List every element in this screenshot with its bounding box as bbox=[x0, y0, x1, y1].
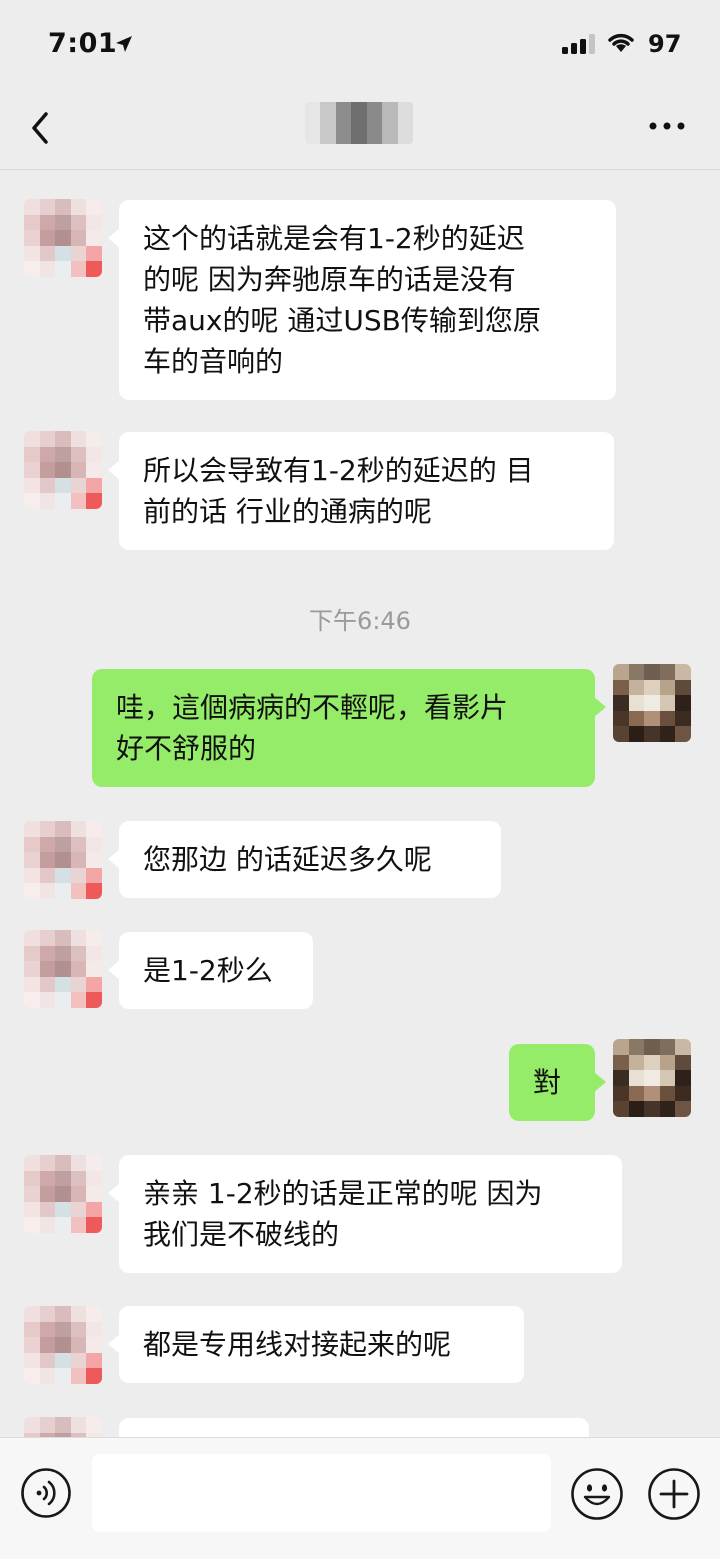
contact-avatar[interactable] bbox=[24, 821, 102, 899]
wifi-icon bbox=[608, 33, 634, 52]
plus-icon[interactable] bbox=[647, 1467, 701, 1521]
emoji-icon[interactable] bbox=[570, 1467, 624, 1521]
cellular-signal-icon bbox=[562, 34, 595, 54]
contact-avatar[interactable] bbox=[24, 199, 102, 277]
contact-avatar[interactable] bbox=[24, 1155, 102, 1233]
contact-avatar[interactable] bbox=[24, 1417, 102, 1437]
message-bubble-incoming[interactable]: 所以会导致有1-2秒的延迟的 目 前的话 行业的通病的呢 bbox=[108, 432, 614, 550]
message-bubble-outgoing[interactable]: 哇，這個病病的不輕呢，看影片 好不舒服的 bbox=[92, 669, 606, 787]
chat-header bbox=[0, 90, 720, 170]
message-bubble-incoming-partial[interactable] bbox=[119, 1418, 589, 1437]
message-bubble-incoming[interactable]: 亲亲 1-2秒的话是正常的呢 因为 我们是不破线的 bbox=[108, 1155, 622, 1273]
my-avatar[interactable] bbox=[613, 664, 691, 742]
location-arrow-icon bbox=[116, 36, 132, 52]
message-timestamp: 下午6:46 bbox=[309, 607, 411, 635]
status-time: 7:01 bbox=[48, 28, 118, 59]
voice-icon[interactable] bbox=[20, 1467, 72, 1519]
contact-avatar[interactable] bbox=[24, 930, 102, 1008]
input-bar bbox=[0, 1437, 720, 1559]
chat-title-blurred bbox=[305, 102, 413, 144]
contact-avatar[interactable] bbox=[24, 1306, 102, 1384]
message-bubble-incoming[interactable]: 您那边 的话延迟多久呢 bbox=[108, 821, 501, 898]
message-bubble-incoming[interactable]: 都是专用线对接起来的呢 bbox=[108, 1306, 524, 1383]
message-bubble-outgoing[interactable]: 對 bbox=[509, 1044, 606, 1121]
message-list[interactable]: 这个的话就是会有1-2秒的延迟 的呢 因为奔驰原车的话是没有 带aux的呢 通过… bbox=[0, 171, 720, 1437]
chevron-left-icon[interactable] bbox=[26, 108, 56, 148]
battery-level: 97 bbox=[648, 30, 682, 58]
more-dots-icon[interactable] bbox=[648, 116, 686, 136]
status-bar: 7:01 97 bbox=[0, 0, 720, 90]
message-input[interactable] bbox=[92, 1454, 551, 1532]
message-bubble-incoming[interactable]: 是1-2秒么 bbox=[108, 932, 313, 1009]
my-avatar[interactable] bbox=[613, 1039, 691, 1117]
contact-avatar[interactable] bbox=[24, 431, 102, 509]
message-bubble-incoming[interactable]: 这个的话就是会有1-2秒的延迟 的呢 因为奔驰原车的话是没有 带aux的呢 通过… bbox=[108, 200, 616, 400]
